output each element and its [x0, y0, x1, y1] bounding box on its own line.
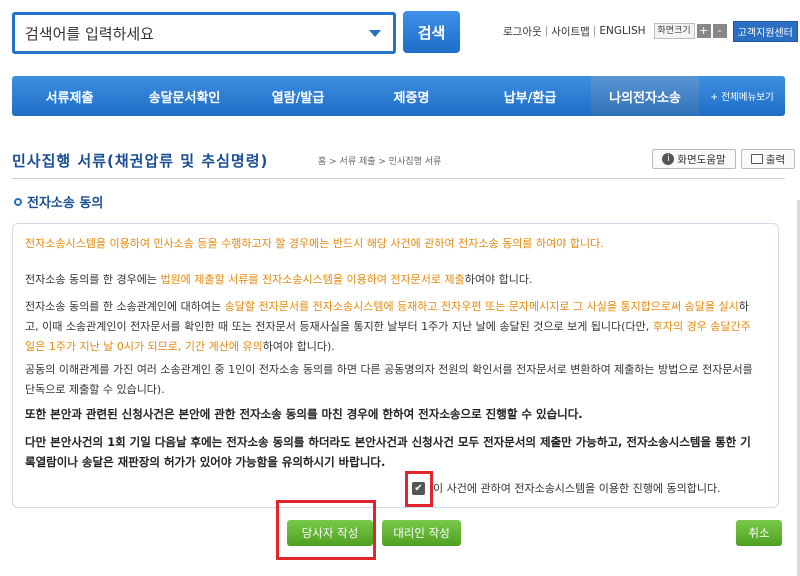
consent-paragraph-2: 전자소송 동의를 한 소송관계인에 대하여는 송달할 전자문서를 전자소송시스템… — [25, 297, 760, 357]
breadcrumb: 홈 > 서류 제출 > 민사집행 서류 — [318, 157, 442, 167]
consent-paragraph-1: 전자소송 동의를 한 경우에는 법원에 제출할 서류를 전자소송시스템을 이용하… — [25, 270, 760, 290]
logout-link[interactable]: 로그아웃 — [503, 24, 542, 39]
agent-write-button[interactable]: 대리인 작성 — [382, 520, 461, 546]
nav-item-service-check[interactable]: 송달문서확인 — [127, 76, 242, 116]
consent-paragraph-3: 공동의 이해관계를 가진 여러 소송관계인 중 1인이 전자소송 동의를 하면 … — [25, 363, 753, 396]
chevron-down-icon[interactable] — [369, 29, 381, 37]
agree-label: 이 사건에 관하여 전자소송시스템을 이용한 진행에 동의합니다. — [433, 482, 721, 495]
consent-notice: 전자소송시스템을 이용하여 민사소송 등을 수행하고자 할 경우에는 반드시 해… — [25, 237, 604, 250]
printer-icon — [750, 154, 763, 164]
nav-item-certificate[interactable]: 제증명 — [354, 76, 469, 116]
divider: | — [544, 25, 549, 37]
print-button[interactable]: 출력 — [741, 149, 795, 169]
title-row: 민사집행 서류(채권압류 및 추심명령) 홈 > 서류 제출 > 민사집행 서류… — [12, 149, 795, 170]
help-button[interactable]: i 화면도움말 — [652, 149, 736, 169]
info-icon: i — [662, 153, 675, 165]
consent-paragraph-5: 다만 본안사건의 1회 기일 다음날 후에는 전자소송 동의를 하더라도 본안사… — [25, 435, 751, 469]
help-button-label: 화면도움말 — [677, 153, 726, 166]
nav-item-payment[interactable]: 납부/환급 — [469, 76, 591, 116]
bullet-icon — [14, 197, 22, 206]
utility-links: 로그아웃 | 사이트맵 | ENGLISH 화면크기 + - 고객지원센터 — [503, 20, 798, 42]
consent-paragraph-4: 또한 본안과 관련된 신청사건은 본안에 관한 전자소송 동의를 마친 경우에 … — [25, 407, 583, 421]
english-link[interactable]: ENGLISH — [599, 25, 645, 37]
nav-item-document-submit[interactable]: 서류제출 — [12, 76, 127, 116]
section-title: 전자소송 동의 — [14, 192, 103, 211]
search-input[interactable]: 검색어를 입력하세요 — [12, 12, 396, 54]
font-size-label: 화면크기 — [653, 23, 695, 39]
highlight-text: 송달할 전자문서를 전자소송시스템에 등재하고 전자우편 또는 문자메시지로 그… — [224, 300, 739, 313]
sitemap-link[interactable]: 사이트맵 — [551, 24, 590, 39]
highlight-box-checkbox — [405, 471, 433, 507]
divider: | — [592, 25, 597, 37]
customer-center-button[interactable]: 고객지원센터 — [732, 20, 798, 42]
text: 하여야 합니다). — [262, 340, 335, 353]
print-button-label: 출력 — [765, 153, 786, 166]
search-button[interactable]: 검색 — [403, 11, 460, 53]
text: 전자소송 동의를 한 경우에는 — [25, 273, 161, 286]
highlight-text: 법원에 제출할 서류를 전자소송시스템을 이용하여 전자문서로 제출 — [160, 273, 465, 286]
zoom-out-button[interactable]: - — [712, 24, 727, 38]
all-menu-button[interactable]: + 전체메뉴보기 — [699, 76, 785, 116]
divider — [12, 178, 785, 179]
nav-item-my-e-litigation[interactable]: 나의전자소송 — [591, 76, 699, 116]
nav-item-view-issue[interactable]: 열람/발급 — [242, 76, 354, 116]
page-title: 민사집행 서류(채권압류 및 추심명령) — [12, 152, 269, 170]
text: 전자소송 동의를 한 소송관계인에 대하여는 — [25, 300, 225, 313]
section-title-text: 전자소송 동의 — [27, 196, 104, 211]
cancel-button[interactable]: 취소 — [736, 520, 782, 546]
search-input-text: 검색어를 입력하세요 — [25, 24, 154, 43]
highlight-box-party-button — [276, 500, 376, 560]
agree-row: ✔ 이 사건에 관하여 전자소송시스템을 이용한 진행에 동의합니다. — [412, 479, 721, 497]
main-nav: 서류제출 송달문서확인 열람/발급 제증명 납부/환급 나의전자소송 + 전체메… — [12, 76, 785, 116]
text: 하여야 합니다. — [464, 273, 533, 286]
zoom-in-button[interactable]: + — [696, 24, 711, 38]
